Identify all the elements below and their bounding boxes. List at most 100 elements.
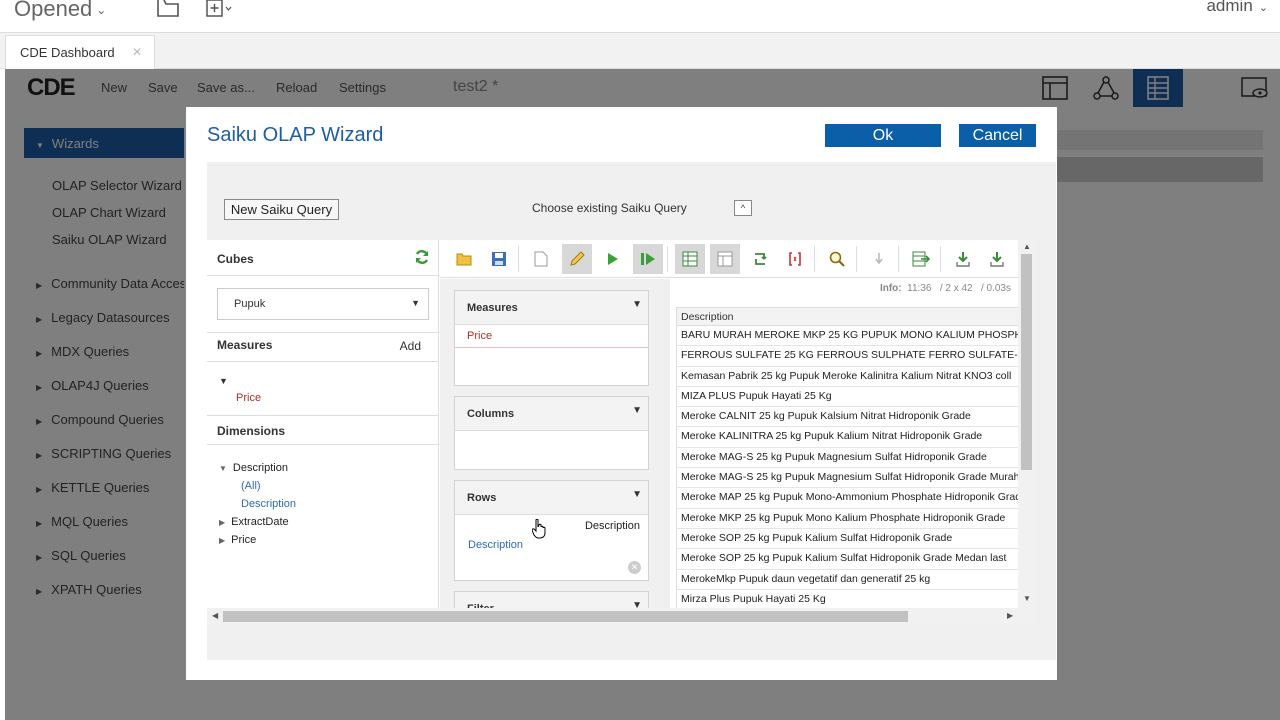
table-row[interactable]: Meroke SOP 25 kg Pupuk Kalium Sulfat Hid… xyxy=(676,549,1021,570)
cancel-button[interactable]: Cancel xyxy=(959,124,1036,147)
triangle-down-icon[interactable]: ▼ xyxy=(632,299,642,310)
cube-select[interactable]: Pupuk ▼ xyxy=(217,288,429,320)
saiku-toolbar xyxy=(440,240,1020,278)
scroll-up-icon[interactable]: ▲ xyxy=(1023,242,1031,251)
level-all[interactable]: (All) xyxy=(241,480,261,492)
rows-level-label: Description xyxy=(584,520,640,532)
dimension-price[interactable]: ▶ Price xyxy=(219,534,256,546)
table-row[interactable]: MerokeMkp Pupuk daun vegetatif dan gener… xyxy=(676,569,1021,590)
cubes-header: Cubes xyxy=(207,240,438,276)
level-description[interactable]: Description xyxy=(241,498,296,510)
toolbar-divider xyxy=(814,246,815,272)
tab-cde-dashboard[interactable]: CDE Dashboard ✕ xyxy=(5,35,155,69)
run-query-icon[interactable] xyxy=(598,244,628,274)
triangle-down-icon[interactable]: ▼ xyxy=(632,405,642,416)
ok-button[interactable]: Ok xyxy=(825,124,941,147)
chevron-down-icon: ⌄ xyxy=(96,3,107,18)
triangle-down-icon: ▼ xyxy=(219,464,227,473)
table-row[interactable]: Kemasan Pabrik 25 kg Pupuk Meroke Kalini… xyxy=(676,366,1021,387)
table-row[interactable]: MIZA PLUS Pupuk Hayati 25 Kg xyxy=(676,386,1021,408)
scroll-right-icon[interactable]: ▶ xyxy=(1007,611,1013,620)
table-row[interactable]: Meroke KALINITRA 25 kg Pupuk Kalium Nitr… xyxy=(676,427,1021,448)
export-csv-icon[interactable] xyxy=(906,244,936,274)
swap-axis-icon[interactable] xyxy=(745,244,775,274)
columns-zone-header: Columns ▼ xyxy=(455,397,648,431)
hide-parents-icon[interactable] xyxy=(710,244,740,274)
vertical-scrollbar[interactable]: ▲ ▼ xyxy=(1018,240,1035,608)
dimension-label: Price xyxy=(231,534,257,546)
info-time: 11:36 xyxy=(907,283,932,294)
new-saiku-query-button[interactable]: New Saiku Query xyxy=(224,199,339,220)
result-table: Description BARU MURAH MEROKE MKP 25 KG … xyxy=(676,307,1021,611)
triangle-down-icon[interactable]: ▼ xyxy=(632,489,642,500)
table-row[interactable]: Meroke MAG-S 25 kg Pupuk Magnesium Sulfa… xyxy=(676,468,1021,489)
scroll-down-icon[interactable]: ▼ xyxy=(1023,594,1031,603)
non-empty-icon[interactable] xyxy=(675,244,705,274)
dimensions-header: Dimensions xyxy=(207,415,439,445)
table-row[interactable]: Meroke CALNIT 25 kg Pupuk Kalsium Nitrat… xyxy=(676,407,1021,428)
drill-through-icon[interactable] xyxy=(864,244,894,274)
table-row[interactable]: Meroke MKP 25 kg Pupuk Mono Kalium Phosp… xyxy=(676,508,1021,529)
dialog-title: Saiku OLAP Wizard xyxy=(207,124,384,146)
zone-label: Rows xyxy=(467,492,497,504)
measures-label: Measures xyxy=(217,338,273,352)
close-icon[interactable]: ✕ xyxy=(132,45,142,59)
table-row[interactable]: Meroke MAG-S 25 kg Pupuk Magnesium Sulfa… xyxy=(676,447,1021,469)
query-info: Info: 11:36 / 2 x 42 / 0.03s xyxy=(880,283,1011,294)
add-measure-button[interactable]: Add xyxy=(400,339,421,353)
rows-item-description[interactable]: Description xyxy=(468,539,523,551)
toolbar-divider xyxy=(898,246,899,272)
measure-item-price[interactable]: Price xyxy=(236,392,261,404)
save-query-icon[interactable] xyxy=(484,244,514,274)
dropdown-arrow-icon: ▼ xyxy=(411,298,420,308)
toolbar-divider xyxy=(518,246,519,272)
edit-query-icon[interactable] xyxy=(562,244,592,274)
auto-execute-icon[interactable] xyxy=(633,244,663,274)
dimension-label: ExtractDate xyxy=(231,516,289,528)
rows-dropzone[interactable]: Rows ▼ Description Description ✕ xyxy=(454,480,649,581)
horizontal-scrollbar[interactable]: ◀ ▶ xyxy=(207,608,1035,625)
mdx-icon[interactable] xyxy=(780,244,810,274)
measures-header: Measures Add xyxy=(207,332,439,362)
zone-measure-price[interactable]: Price xyxy=(455,325,648,348)
tab-label: CDE Dashboard xyxy=(20,45,115,60)
opened-dropdown[interactable]: Opened ⌄ xyxy=(14,0,106,22)
user-menu[interactable]: admin ⌄ xyxy=(1206,0,1268,16)
scrollbar-thumb[interactable] xyxy=(1021,254,1032,470)
folder-open-icon[interactable] xyxy=(156,0,182,18)
top-app-bar: Opened ⌄ admin ⌄ xyxy=(0,0,1280,33)
table-row[interactable]: Meroke SOP 25 kg Pupuk Kalium Sulfat Hid… xyxy=(676,528,1021,550)
saiku-workspace: Cubes Pupuk ▼ Measures Add ▼ Price Dimen… xyxy=(207,240,1035,624)
toolbar-divider xyxy=(940,246,941,272)
scroll-left-icon[interactable]: ◀ xyxy=(212,611,218,620)
remove-icon[interactable]: ✕ xyxy=(628,561,641,574)
measures-dropzone[interactable]: Measures ▼ Price xyxy=(454,290,649,386)
zone-label: Columns xyxy=(467,408,515,420)
zoom-icon[interactable] xyxy=(822,244,852,274)
new-query-icon[interactable] xyxy=(526,244,556,274)
export-pdf-icon[interactable] xyxy=(982,244,1012,274)
export-xls-icon[interactable] xyxy=(948,244,978,274)
choose-existing-query-label: Choose existing Saiku Query xyxy=(532,201,687,215)
refresh-icon[interactable] xyxy=(414,249,430,268)
toolbar-divider xyxy=(667,246,668,272)
new-file-icon[interactable] xyxy=(206,0,234,18)
saiku-olap-wizard-dialog: Saiku OLAP Wizard Ok Cancel New Saiku Qu… xyxy=(186,107,1057,680)
rows-zone-header: Rows ▼ xyxy=(455,481,648,515)
table-row[interactable]: FERROUS SULFATE 25 KG FERROUS SULPHATE F… xyxy=(676,346,1021,367)
columns-dropzone[interactable]: Columns ▼ xyxy=(454,396,649,470)
triangle-right-icon: ▶ xyxy=(219,518,226,527)
cube-selected-value: Pupuk xyxy=(234,298,266,310)
dimension-description[interactable]: ▼ Description xyxy=(219,462,288,474)
choose-existing-query-button[interactable]: ^ xyxy=(734,200,752,216)
table-row[interactable]: BARU MURAH MEROKE MKP 25 KG PUPUK MONO K… xyxy=(676,326,1021,347)
scrollbar-thumb[interactable] xyxy=(223,611,908,622)
dimension-extractdate[interactable]: ▶ ExtractDate xyxy=(219,516,289,528)
dimension-label: Description xyxy=(232,462,288,474)
info-label: Info: xyxy=(879,283,902,294)
triangle-down-icon[interactable]: ▼ xyxy=(219,376,228,386)
triangle-right-icon: ▶ xyxy=(219,536,226,545)
column-header-description[interactable]: Description xyxy=(676,307,1021,326)
table-row[interactable]: Meroke MAP 25 kg Pupuk Mono-Ammonium Pho… xyxy=(676,488,1021,509)
open-query-icon[interactable] xyxy=(449,244,479,274)
